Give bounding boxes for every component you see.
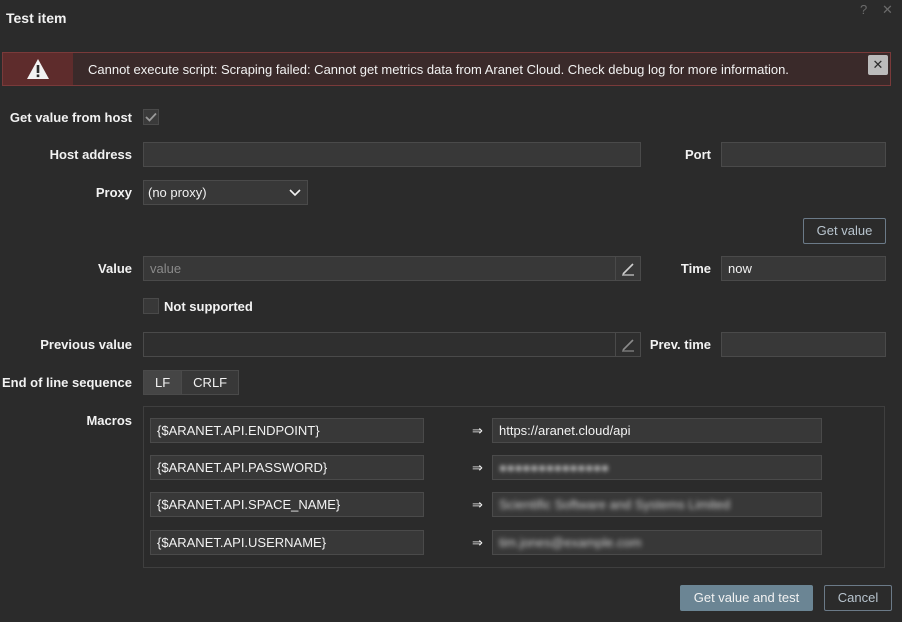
proxy-label: Proxy [95,185,132,200]
value-textarea[interactable]: value [143,256,641,281]
proxy-select-value: (no proxy) [148,185,207,200]
macro-value-blurred: tim.jones@example.com [499,535,642,550]
value-label: Value [98,261,132,276]
previous-value-label: Previous value [40,337,132,352]
macro-value-input[interactable]: Scientific Software and Systems Limited [492,492,822,517]
eol-option-lf[interactable]: LF [144,371,182,394]
host-address-input[interactable] [143,142,641,167]
macro-arrow: ⇒ [472,497,483,512]
cancel-button[interactable]: Cancel [824,585,892,611]
macros-label: Macros [86,413,132,428]
eol-segmented-control: LF CRLF [143,370,240,395]
pencil-icon [622,338,634,352]
checkmark-icon [145,112,157,122]
host-address-label: Host address [49,147,132,162]
error-alert: Cannot execute script: Scraping failed: … [2,52,891,86]
previous-value-textarea[interactable] [143,332,641,357]
eol-label: End of line sequence [1,375,132,390]
alert-message: Cannot execute script: Scraping failed: … [88,62,789,77]
macro-value-blurred: ●●●●●●●●●●●●●● [499,460,609,475]
port-label: Port [685,147,711,162]
macro-arrow: ⇒ [472,423,483,438]
macro-value-input[interactable]: ●●●●●●●●●●●●●● [492,455,822,480]
macro-value-input[interactable]: https://aranet.cloud/api [492,418,822,443]
not-supported-checkbox[interactable] [143,298,159,314]
macro-value-blurred: Scientific Software and Systems Limited [499,497,731,512]
edit-value-button[interactable] [615,257,640,280]
warning-icon [3,53,73,85]
macro-name-input[interactable]: {$ARANET.API.SPACE_NAME} [150,492,424,517]
prev-time-label: Prev. time [649,337,711,352]
not-supported-label: Not supported [164,299,253,314]
help-icon[interactable]: ? [860,2,867,17]
macro-arrow: ⇒ [472,460,483,475]
get-value-and-test-button[interactable]: Get value and test [680,585,813,611]
macro-name-input[interactable]: {$ARANET.API.PASSWORD} [150,455,424,480]
get-value-from-host-checkbox[interactable] [143,109,159,125]
eol-option-crlf[interactable]: CRLF [181,371,239,394]
pencil-icon [622,262,634,276]
port-input[interactable] [721,142,886,167]
macro-name-input[interactable]: {$ARANET.API.USERNAME} [150,530,424,555]
prev-time-input[interactable] [721,332,886,357]
dialog-title: Test item [6,10,67,26]
chevron-down-icon [289,189,301,197]
macro-value-input[interactable]: tim.jones@example.com [492,530,822,555]
alert-close-button[interactable]: ✕ [868,55,888,75]
value-placeholder: value [150,261,182,276]
get-value-from-host-label: Get value from host [9,110,132,125]
get-value-button[interactable]: Get value [803,218,886,244]
close-icon[interactable]: ✕ [882,2,893,18]
macro-name-input[interactable]: {$ARANET.API.ENDPOINT} [150,418,424,443]
macro-arrow: ⇒ [472,535,483,550]
edit-previous-value-button[interactable] [615,333,640,356]
time-label: Time [680,261,711,276]
proxy-select[interactable]: (no proxy) [143,180,308,205]
time-input[interactable]: now [721,256,886,281]
